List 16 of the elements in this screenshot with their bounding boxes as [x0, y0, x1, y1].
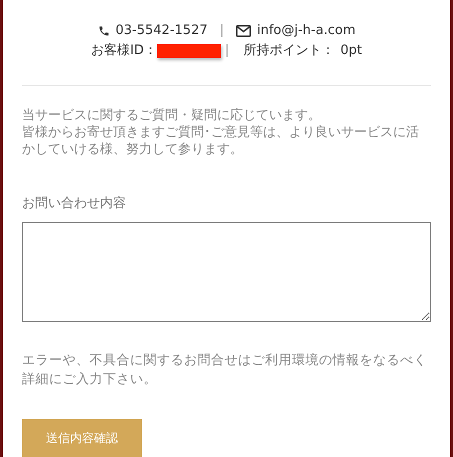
points-label: 所持ポイント： — [243, 42, 334, 60]
separator-text: | — [224, 42, 230, 60]
intro-text: 皆様からお寄せ頂きますご質問･ご意見等は、より良いサービスに活かしていける様、努力して参ります。 — [22, 124, 420, 158]
confirm-button[interactable]: 送信内容確認 — [22, 418, 142, 457]
inquiry-label: お問い合わせ内容 — [22, 195, 127, 213]
customer-id-label: お客様ID： — [91, 42, 157, 60]
envelope-icon — [236, 25, 251, 37]
intro-text: 当サービスに関するご質問・疑問に応じています。 — [22, 107, 322, 124]
note-text: エラーや、不具合に関するお問合せはご利用環境の情報をなるべく詳細にご入力下さい。 — [22, 352, 428, 388]
inquiry-field[interactable] — [22, 222, 431, 322]
email-address: info@j-h-a.com — [257, 22, 356, 40]
points-value: 0pt — [340, 42, 362, 60]
phone-icon — [98, 25, 110, 37]
redaction-mark — [156, 44, 221, 58]
separator-text: | — [220, 22, 224, 40]
phone-number: 03-5542-1527 — [116, 22, 208, 40]
